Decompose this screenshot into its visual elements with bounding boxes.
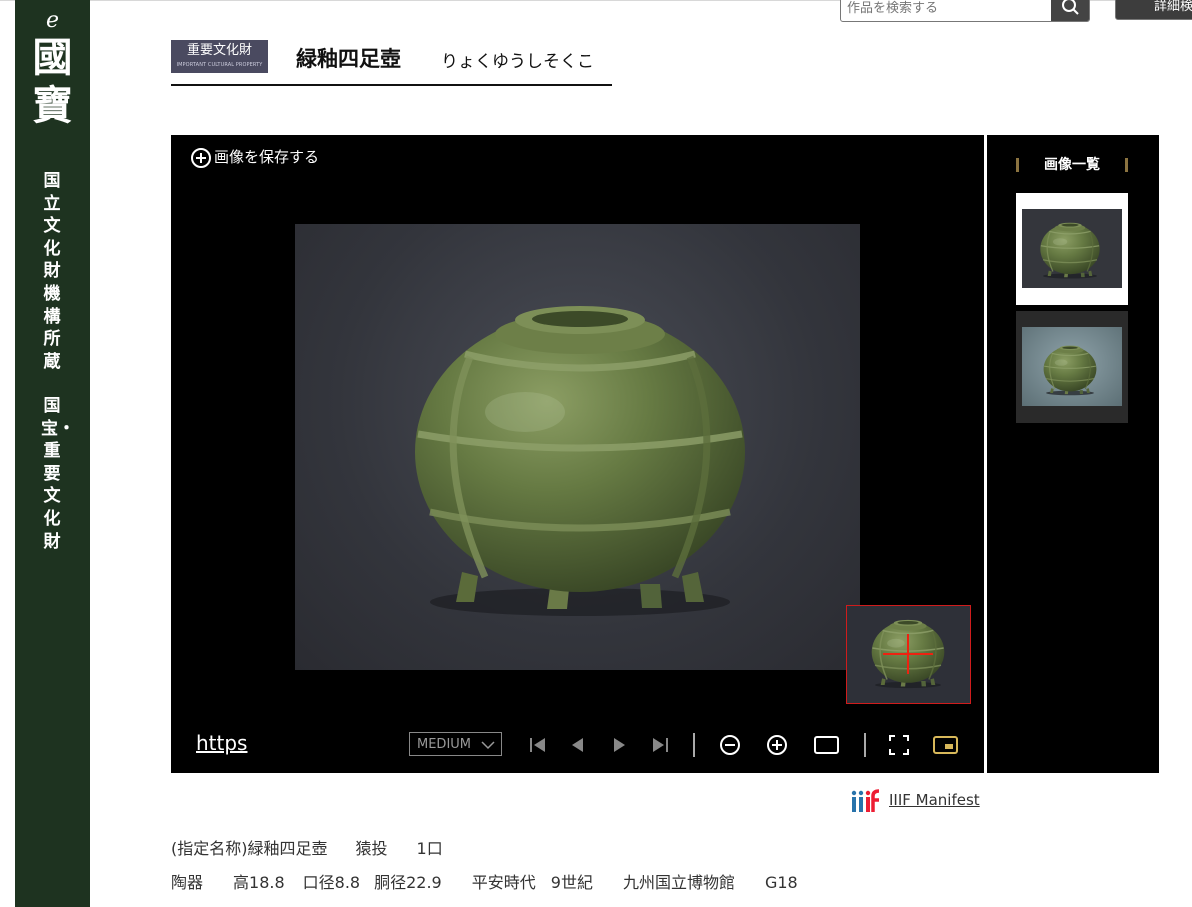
- sidebar-category-label: 国宝・重要文化財: [41, 396, 75, 552]
- logo-kanji-koku[interactable]: 國: [15, 36, 90, 80]
- plus-circle-icon: [191, 147, 211, 168]
- details-line: 陶器 高18.8 口径8.8 胴径22.9 平安時代 9世紀 九州国立博物館 G18: [171, 869, 798, 893]
- museum: 九州国立博物館: [622, 873, 735, 892]
- kiln-name: 猿投: [355, 839, 388, 858]
- period: 平安時代: [471, 873, 536, 892]
- navigator-image: [870, 619, 946, 689]
- search-input[interactable]: [841, 0, 1055, 21]
- save-image-button[interactable]: 画像を保存する: [190, 146, 319, 169]
- zoom-in-icon[interactable]: [765, 733, 789, 757]
- mouth-diameter: 口径8.8: [302, 873, 361, 892]
- logo-kanji-hou[interactable]: 寶: [15, 84, 90, 128]
- quantity: 1口: [416, 839, 443, 858]
- jar-image: [295, 224, 860, 670]
- page-title: 緑釉四足壺: [296, 47, 401, 71]
- thumbnail-panel-title: 画像一覧: [1016, 155, 1128, 175]
- image-viewer[interactable]: 画像を保存する https MEDIUM: [171, 135, 984, 773]
- viewer-url-link[interactable]: https: [196, 731, 247, 755]
- sidebar-collection-label: 国立文化財機構所蔵: [43, 171, 61, 372]
- thumbnail-1-image: [1022, 209, 1122, 288]
- designation-name: (指定名称)緑釉四足壺: [171, 839, 328, 858]
- cultural-property-badge: 重要文化財 IMPORTANT CULTURAL PROPERTY: [171, 40, 268, 73]
- search-box: [840, 0, 1090, 22]
- previous-icon[interactable]: [566, 733, 590, 757]
- last-page-icon[interactable]: [648, 733, 672, 757]
- designation-line: (指定名称)緑釉四足壺 猿投 1口: [171, 835, 443, 859]
- zoom-out-icon[interactable]: [718, 733, 742, 757]
- title-row: 重要文化財 IMPORTANT CULTURAL PROPERTY 緑釉四足壺 …: [171, 40, 612, 86]
- first-page-icon[interactable]: [526, 733, 550, 757]
- thumbnail-1[interactable]: [1016, 193, 1128, 305]
- title-reading: りょくゆうしそくこ: [441, 52, 594, 72]
- quality-select[interactable]: MEDIUM: [409, 732, 502, 756]
- body-diameter: 胴径22.9: [374, 873, 442, 892]
- iiif-manifest-link[interactable]: IIIF Manifest: [889, 791, 980, 809]
- chevron-down-icon: [481, 741, 495, 750]
- height: 高18.8: [233, 873, 285, 892]
- detail-search-button[interactable]: 詳細検: [1115, 0, 1192, 20]
- fullscreen-icon[interactable]: [887, 733, 911, 757]
- quality-value: MEDIUM: [417, 737, 472, 752]
- century: 9世紀: [550, 873, 593, 892]
- iiif-logo-icon: [851, 789, 880, 812]
- thumbnail-panel: 画像一覧: [987, 135, 1159, 773]
- thumbnail-2[interactable]: [1016, 311, 1128, 423]
- next-icon[interactable]: [607, 733, 631, 757]
- badge-label: 重要文化財: [186, 43, 252, 58]
- material: 陶器: [171, 873, 204, 892]
- sidebar: e 國 寶 国立文化財機構所蔵 国宝・重要文化財: [15, 0, 90, 907]
- search-button[interactable]: [1051, 0, 1089, 21]
- thumbnail-2-image: [1022, 327, 1122, 406]
- main-artwork-image[interactable]: [295, 224, 860, 670]
- toolbar-separator: [864, 733, 866, 757]
- fit-window-icon[interactable]: [814, 733, 840, 757]
- navigator-toggle-icon[interactable]: [933, 733, 959, 757]
- logo-e[interactable]: e: [15, 10, 90, 32]
- toolbar-separator: [693, 733, 695, 757]
- item-code: G18: [764, 873, 798, 892]
- badge-sublabel: IMPORTANT CULTURAL PROPERTY: [176, 62, 263, 68]
- navigator-minimap[interactable]: [846, 605, 971, 704]
- iiif-manifest[interactable]: IIIF Manifest: [851, 788, 980, 814]
- save-image-label: 画像を保存する: [214, 148, 320, 166]
- search-icon: [1062, 0, 1079, 15]
